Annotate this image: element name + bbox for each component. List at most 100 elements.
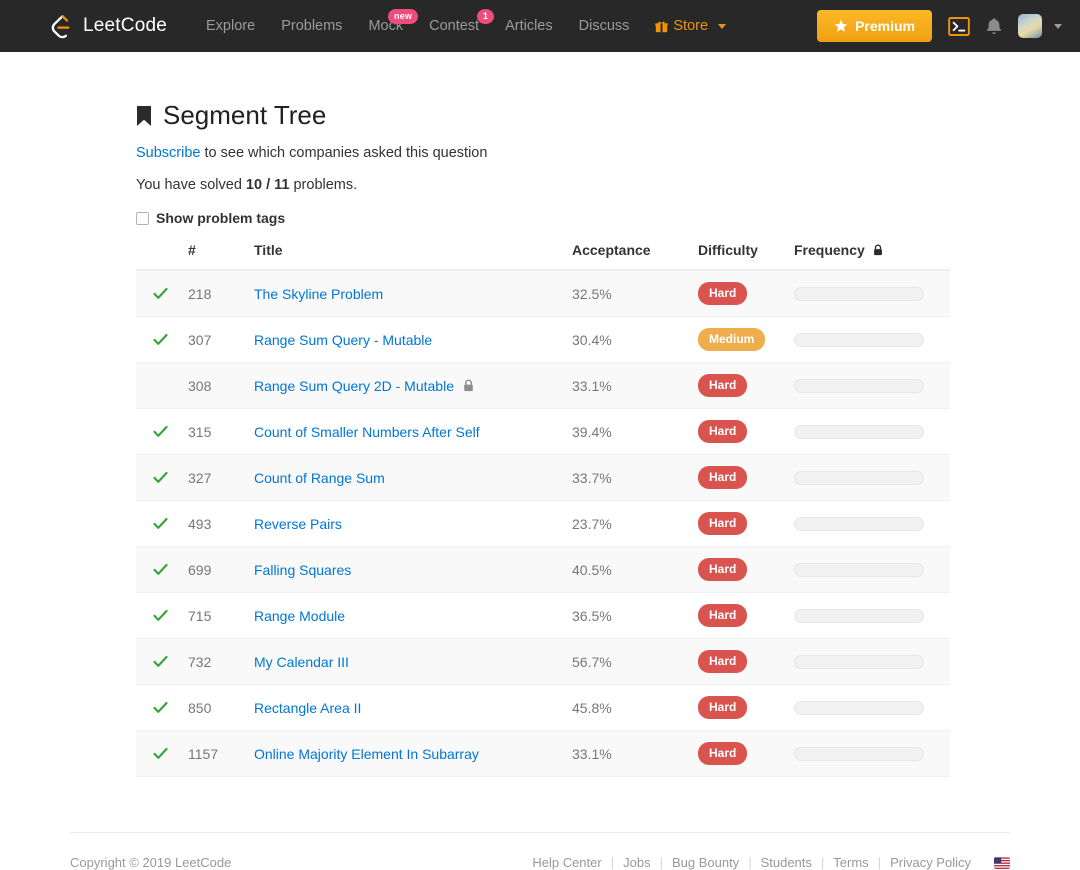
problem-title-wrap: Range Module <box>254 608 556 624</box>
solved-check-icon <box>136 270 180 317</box>
problem-id: 307 <box>180 316 246 363</box>
frequency-bar <box>794 378 924 393</box>
nav-link-problems[interactable]: Problems <box>268 18 355 34</box>
nav-link-store[interactable]: Store <box>642 18 739 34</box>
problem-title-link[interactable]: Falling Squares <box>254 562 351 578</box>
page-title-text: Segment Tree <box>163 100 327 130</box>
nav-link-contest-label: Contest <box>429 18 480 34</box>
header-frequency[interactable]: Frequency <box>786 236 950 271</box>
problem-title-wrap: Count of Smaller Numbers After Self <box>254 424 556 440</box>
table-row[interactable]: 699 Falling Squares 40.5% Hard <box>136 546 950 593</box>
solved-check-icon <box>136 684 180 731</box>
problem-title-link[interactable]: Count of Range Sum <box>254 470 385 486</box>
subscribe-line: Subscribe to see which companies asked t… <box>136 145 946 161</box>
problem-title-wrap: My Calendar III <box>254 654 556 670</box>
problem-id: 218 <box>180 270 246 317</box>
header-title[interactable]: Title <box>246 236 564 271</box>
problems-table: # Title Acceptance Difficulty Frequency <box>136 236 950 777</box>
show-problem-tags-label[interactable]: Show problem tags <box>156 210 285 226</box>
nav-link-explore[interactable]: Explore <box>193 18 268 34</box>
problem-title-cell: Online Majority Element In Subarray <box>246 730 564 777</box>
solved-check-icon <box>136 500 180 547</box>
problem-title-link[interactable]: Count of Smaller Numbers After Self <box>254 424 480 440</box>
difficulty-badge: Hard <box>698 420 748 443</box>
nav-link-contest[interactable]: Contest 1 <box>416 9 495 34</box>
table-row[interactable]: 307 Range Sum Query - Mutable 30.4% Medium <box>136 316 950 363</box>
difficulty-badge: Hard <box>698 696 748 719</box>
problem-title-link[interactable]: Range Sum Query - Mutable <box>254 332 432 348</box>
header-acceptance[interactable]: Acceptance <box>564 236 690 271</box>
table-row[interactable]: 850 Rectangle Area II 45.8% Hard <box>136 684 950 731</box>
table-row[interactable]: 327 Count of Range Sum 33.7% Hard <box>136 454 950 501</box>
table-row[interactable]: 493 Reverse Pairs 23.7% Hard <box>136 500 950 547</box>
difficulty-cell: Hard <box>690 730 786 777</box>
acceptance-rate: 30.4% <box>564 316 690 363</box>
acceptance-rate: 39.4% <box>564 408 690 455</box>
acceptance-rate: 32.5% <box>564 270 690 317</box>
problem-title-link[interactable]: Reverse Pairs <box>254 516 342 532</box>
problem-title-wrap: Range Sum Query 2D - Mutable <box>254 378 556 394</box>
problem-title-link[interactable]: Online Majority Element In Subarray <box>254 746 479 762</box>
nav-link-store-label: Store <box>673 18 709 34</box>
difficulty-cell: Hard <box>690 362 786 409</box>
difficulty-badge: Hard <box>698 742 748 765</box>
problem-title-cell: Reverse Pairs <box>246 500 564 547</box>
show-problem-tags-toggle[interactable]: Show problem tags <box>136 210 946 226</box>
frequency-bar <box>794 424 924 439</box>
header-frequency-label: Frequency <box>794 242 865 258</box>
difficulty-badge: Medium <box>698 328 766 351</box>
footer-link-help-center[interactable]: Help Center <box>523 855 610 870</box>
user-menu[interactable] <box>1018 14 1062 38</box>
subscribe-rest-text: to see which companies asked this questi… <box>200 145 488 161</box>
footer-link-privacy-policy[interactable]: Privacy Policy <box>881 855 980 870</box>
premium-button[interactable]: Premium <box>817 10 932 42</box>
frequency-bar <box>794 470 924 485</box>
table-row[interactable]: 218 The Skyline Problem 32.5% Hard <box>136 270 950 317</box>
header-id[interactable]: # <box>180 236 246 271</box>
problem-title-link[interactable]: Range Sum Query 2D - Mutable <box>254 378 454 394</box>
acceptance-rate: 33.1% <box>564 362 690 409</box>
problem-title-link[interactable]: Rectangle Area II <box>254 700 361 716</box>
frequency-bar <box>794 608 924 623</box>
solved-check-icon <box>136 408 180 455</box>
nav-link-mock[interactable]: Mock new <box>355 9 419 34</box>
nav-link-articles-label: Articles <box>505 18 553 34</box>
solved-count: 10 / 11 <box>245 177 290 193</box>
leetcode-logo-link[interactable]: LeetCode <box>48 13 167 39</box>
problem-title-link[interactable]: The Skyline Problem <box>254 286 383 302</box>
header-difficulty[interactable]: Difficulty <box>690 236 786 271</box>
frequency-cell <box>786 592 950 639</box>
problem-title-cell: Range Sum Query - Mutable <box>246 316 564 363</box>
nav-link-discuss-label: Discuss <box>578 18 630 34</box>
table-row[interactable]: 308 Range Sum Query 2D - Mutable 33.1% Hard <box>136 362 950 409</box>
frequency-bar <box>794 516 924 531</box>
nav-link-explore-label: Explore <box>206 18 256 34</box>
nav-link-articles[interactable]: Articles <box>492 18 566 34</box>
solved-prefix: You have solved <box>136 177 246 193</box>
table-row[interactable]: 732 My Calendar III 56.7% Hard <box>136 638 950 685</box>
content-container: Segment Tree Subscribe to see which comp… <box>134 100 950 777</box>
solved-check-icon <box>136 730 180 777</box>
bell-icon[interactable] <box>986 17 1002 36</box>
problem-title-link[interactable]: My Calendar III <box>254 654 349 670</box>
status-empty <box>136 362 180 409</box>
footer-link-jobs[interactable]: Jobs <box>614 855 659 870</box>
acceptance-rate: 23.7% <box>564 500 690 547</box>
problem-id: 732 <box>180 638 246 685</box>
show-problem-tags-checkbox[interactable] <box>136 211 149 225</box>
nav-link-discuss[interactable]: Discuss <box>566 18 643 34</box>
subscribe-link[interactable]: Subscribe <box>136 145 200 161</box>
problem-title-link[interactable]: Range Module <box>254 608 345 624</box>
footer-link-students[interactable]: Students <box>752 855 821 870</box>
console-icon[interactable] <box>948 16 970 36</box>
footer-link-terms[interactable]: Terms <box>824 855 877 870</box>
table-row[interactable]: 715 Range Module 36.5% Hard <box>136 592 950 639</box>
solved-suffix: problems. <box>289 177 358 193</box>
table-row[interactable]: 315 Count of Smaller Numbers After Self 39… <box>136 408 950 455</box>
us-flag-icon[interactable] <box>980 856 1010 869</box>
table-row[interactable]: 1157 Online Majority Element In Subarray 3… <box>136 730 950 777</box>
footer-link-bug-bounty[interactable]: Bug Bounty <box>663 855 748 870</box>
problems-table-body: 218 The Skyline Problem 32.5% Hard 307 Range … <box>136 270 950 777</box>
problem-title-cell: Falling Squares <box>246 546 564 593</box>
frequency-cell <box>786 730 950 777</box>
